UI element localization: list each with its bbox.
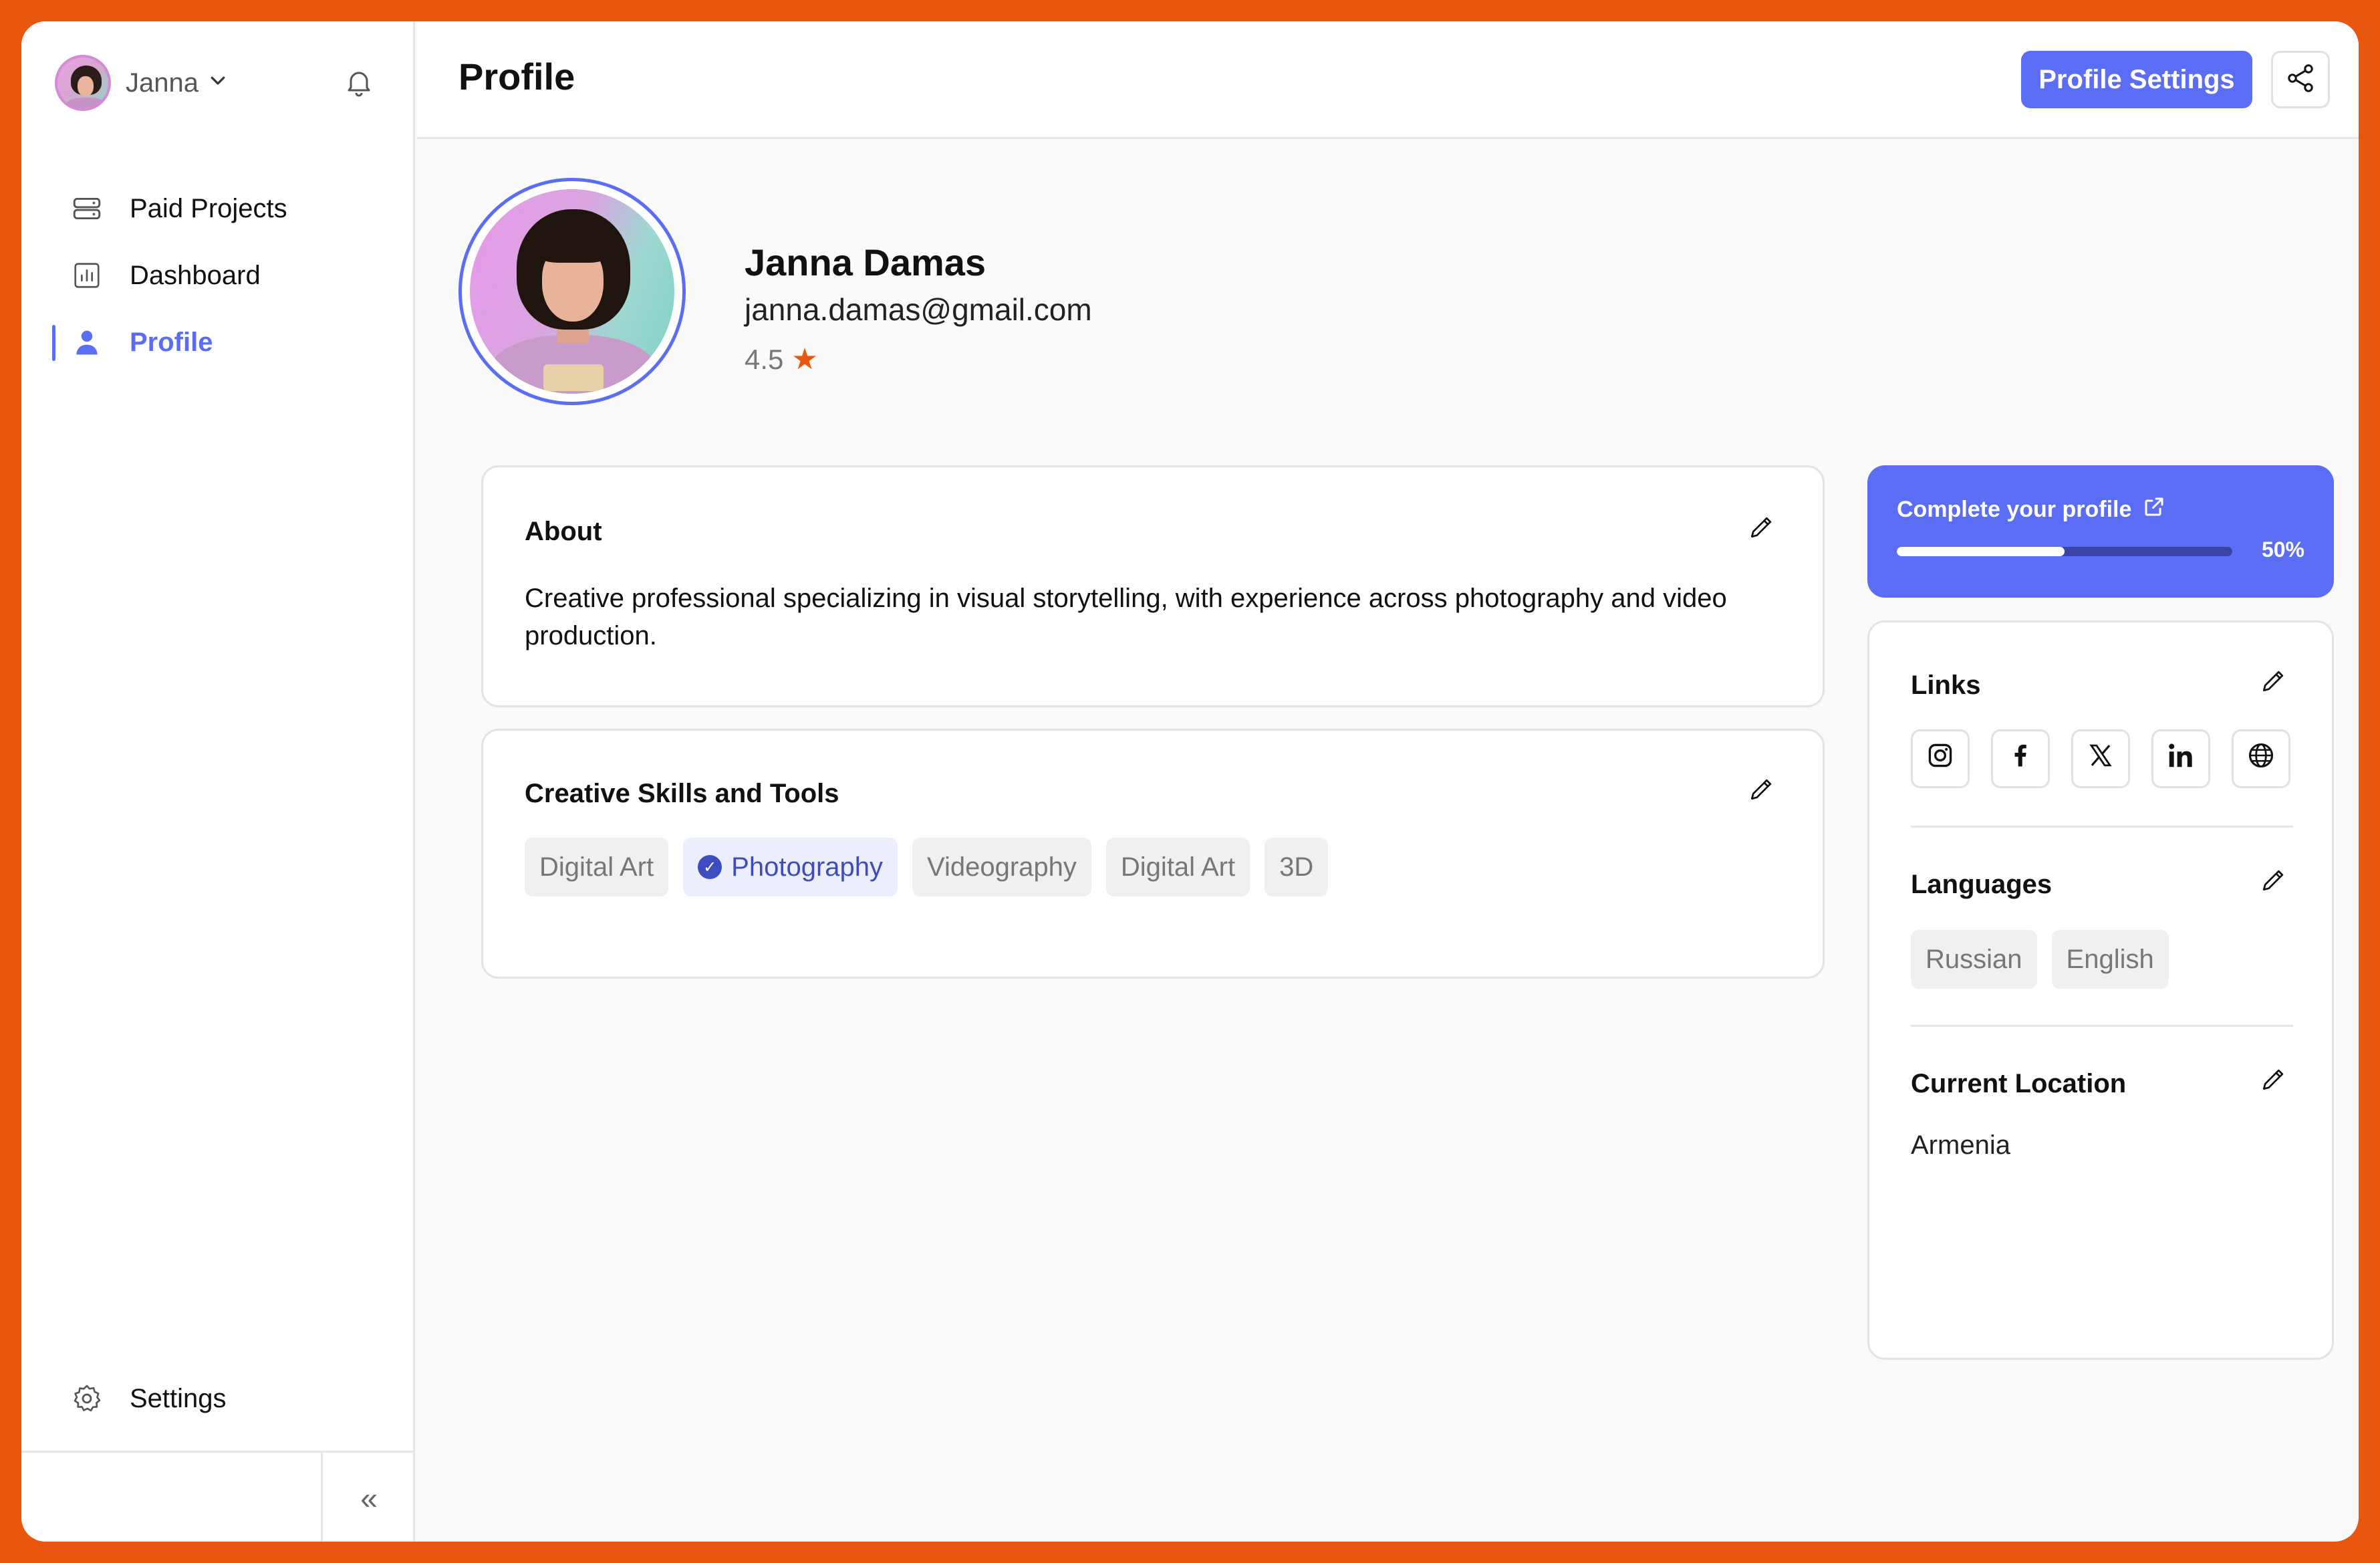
- skills-card: Creative Skills and Tools Digital Art ✓ …: [481, 729, 1825, 979]
- pencil-icon: [2259, 666, 2288, 699]
- profile-progress-fill: [1897, 547, 2065, 556]
- skill-chip[interactable]: Digital Art: [525, 838, 669, 896]
- profile-rating: 4.5 ★: [745, 342, 818, 376]
- skill-chip[interactable]: Digital Art: [1105, 838, 1250, 896]
- edit-languages-button[interactable]: [2257, 864, 2290, 898]
- globe-icon: [2246, 741, 2276, 777]
- skill-chip[interactable]: Videography: [912, 838, 1091, 896]
- instagram-icon: [1926, 741, 1955, 777]
- social-links: [1911, 729, 2290, 788]
- sidebar-item-profile[interactable]: Profile: [21, 309, 415, 376]
- profile-settings-button[interactable]: Profile Settings: [2021, 51, 2252, 108]
- complete-profile-card[interactable]: Complete your profile 50%: [1867, 465, 2334, 598]
- avatar: [55, 55, 111, 111]
- star-icon: ★: [791, 343, 818, 376]
- x-link[interactable]: [2071, 729, 2130, 788]
- complete-profile-title: Complete your profile: [1897, 495, 2166, 525]
- sidebar-item-label: Paid Projects: [130, 193, 287, 223]
- sidebar-footer: «: [21, 1451, 415, 1542]
- profile-progress-percent: 50%: [2261, 537, 2304, 562]
- bar-chart-icon: [68, 257, 106, 294]
- bell-icon[interactable]: [336, 59, 382, 106]
- website-link[interactable]: [2232, 729, 2290, 788]
- x-icon: [2087, 741, 2115, 777]
- edit-skills-button[interactable]: [1745, 773, 1778, 807]
- profile-avatar: [458, 178, 686, 405]
- sidebar-nav: Paid Projects Dashboard Profile: [21, 175, 415, 376]
- chevron-down-icon: [208, 70, 228, 96]
- user-icon: [68, 324, 106, 361]
- divider: [1911, 1025, 2293, 1027]
- language-chips: Russian English: [1911, 930, 2169, 989]
- sidebar-item-settings[interactable]: Settings: [21, 1365, 415, 1432]
- external-link-icon: [2142, 495, 2166, 525]
- verified-check-icon: ✓: [698, 855, 722, 879]
- instagram-link[interactable]: [1911, 729, 1970, 788]
- sidebar-item-label: Settings: [130, 1383, 227, 1413]
- top-header: Profile Profile Settings: [417, 21, 2359, 139]
- links-title: Links: [1911, 671, 1981, 700]
- gear-icon: [68, 1380, 106, 1417]
- pencil-icon: [2259, 865, 2288, 898]
- collapse-sidebar-button[interactable]: «: [321, 1453, 415, 1542]
- sidebar-item-paid-projects[interactable]: Paid Projects: [21, 175, 415, 242]
- profile-email: janna.damas@gmail.com: [745, 292, 1092, 327]
- pencil-icon: [1747, 774, 1776, 807]
- user-menu[interactable]: Janna: [55, 51, 228, 115]
- location-value: Armenia: [1911, 1130, 2010, 1160]
- share-icon: [2284, 62, 2317, 98]
- server-icon: [68, 190, 106, 227]
- edit-location-button[interactable]: [2257, 1064, 2290, 1097]
- rating-value: 4.5: [745, 343, 784, 375]
- about-text: Creative professional specializing in vi…: [525, 584, 1727, 650]
- profile-details-card: Links Languages Russian English Current …: [1867, 620, 2334, 1360]
- language-chip[interactable]: English: [2051, 930, 2169, 989]
- app-window: Janna Paid Projects Dashboard Profile Se…: [21, 21, 2359, 1542]
- divider: [1911, 826, 2293, 828]
- facebook-link[interactable]: [1991, 729, 2050, 788]
- pencil-icon: [1747, 512, 1776, 545]
- share-button[interactable]: [2271, 51, 2330, 108]
- edit-about-button[interactable]: [1745, 511, 1778, 545]
- sidebar-item-label: Profile: [130, 327, 213, 357]
- pencil-icon: [2259, 1064, 2288, 1097]
- location-title: Current Location: [1911, 1069, 2127, 1098]
- skill-chip-selected[interactable]: ✓ Photography: [683, 838, 898, 896]
- sidebar-item-label: Dashboard: [130, 260, 261, 290]
- sidebar-item-dashboard[interactable]: Dashboard: [21, 242, 415, 309]
- about-title: About: [525, 517, 602, 546]
- edit-links-button[interactable]: [2257, 665, 2290, 699]
- language-chip[interactable]: Russian: [1911, 930, 2037, 989]
- linkedin-link[interactable]: [2151, 729, 2210, 788]
- skill-chip[interactable]: 3D: [1265, 838, 1329, 896]
- page-title: Profile: [458, 55, 575, 98]
- sidebar: Janna Paid Projects Dashboard Profile Se…: [21, 21, 415, 1542]
- about-card: About Creative professional specializing…: [481, 465, 1825, 707]
- profile-progress-bar: [1897, 547, 2232, 556]
- skill-chips: Digital Art ✓ Photography Videography Di…: [525, 838, 1329, 896]
- languages-title: Languages: [1911, 870, 2053, 899]
- user-name: Janna: [126, 68, 199, 98]
- facebook-icon: [2006, 741, 2035, 777]
- sidebar-settings: Settings: [21, 1365, 415, 1432]
- skills-title: Creative Skills and Tools: [525, 779, 839, 808]
- profile-name: Janna Damas: [745, 241, 986, 283]
- double-chevron-left-icon: «: [360, 1481, 378, 1516]
- linkedin-icon: [2165, 740, 2196, 778]
